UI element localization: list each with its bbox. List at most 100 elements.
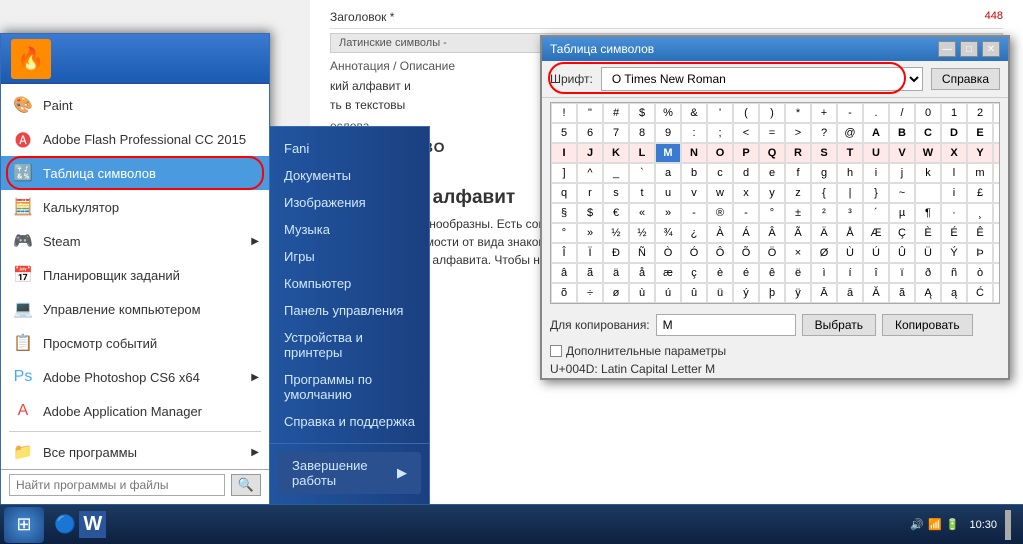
char-cell[interactable]: g [811,163,837,183]
char-cell[interactable]: N [681,143,707,163]
char-cell[interactable]: Ă [863,283,889,303]
char-cell[interactable]: « [629,203,655,223]
char-cell[interactable]: µ [889,203,915,223]
char-cell[interactable]: | [837,183,863,203]
char-cell[interactable]: ÷ [577,283,603,303]
char-cell[interactable]: 0 [915,103,941,123]
char-cell[interactable]: = [759,123,785,143]
char-cell[interactable]: S [811,143,837,163]
char-cell[interactable]: ~ [889,183,915,203]
char-cell[interactable]: e [759,163,785,183]
char-cell[interactable]: Ó [681,243,707,263]
char-cell[interactable]: × [785,243,811,263]
char-cell[interactable]: l [941,163,967,183]
char-cell[interactable]: 8 [629,123,655,143]
right-item-control-panel[interactable]: Панель управления [270,297,429,324]
char-cell[interactable]: Ú [863,243,889,263]
copy-input[interactable] [656,314,796,336]
char-cell[interactable]: ó [993,263,1000,283]
right-item-computer[interactable]: Компьютер [270,270,429,297]
char-cell[interactable]: 7 [603,123,629,143]
char-cell[interactable]: P [733,143,759,163]
char-cell[interactable]: ° [759,203,785,223]
char-cell[interactable]: z [785,183,811,203]
char-cell[interactable]: ê [759,263,785,283]
char-cell[interactable]: + [811,103,837,123]
copy-button[interactable]: Копировать [882,314,973,336]
char-cell[interactable]: € [603,203,629,223]
char-cell[interactable]: ï [889,263,915,283]
char-cell[interactable]: ¾ [655,223,681,243]
char-cell[interactable]: ä [603,263,629,283]
char-cell[interactable]: ¶ [915,203,941,223]
char-cell-selected[interactable]: M [655,143,681,163]
char-cell[interactable]: ¹ [993,203,1000,223]
char-cell[interactable]: ß [993,243,1000,263]
char-cell[interactable]: $ [629,103,655,123]
char-cell[interactable]: } [863,183,889,203]
char-cell[interactable]: Ä [811,223,837,243]
menu-item-paint[interactable]: 🎨 Paint [1,88,269,122]
char-cell[interactable]: & [681,103,707,123]
menu-item-all-programs[interactable]: 📁 Все программы ▶ [1,435,269,469]
char-cell[interactable]: £ [967,183,993,203]
char-cell[interactable]: Ý [941,243,967,263]
char-cell[interactable]: Å [837,223,863,243]
char-cell[interactable]: € [993,183,1000,203]
char-cell[interactable]: Û [889,243,915,263]
char-cell[interactable]: ð [915,263,941,283]
char-cell[interactable]: ë [785,263,811,283]
char-cell[interactable]: . [863,103,889,123]
char-cell[interactable]: Y [967,143,993,163]
char-cell[interactable]: È [915,223,941,243]
menu-item-event-viewer[interactable]: 📋 Просмотр событий [1,326,269,360]
char-cell[interactable]: " [577,103,603,123]
right-item-documents[interactable]: Документы [270,162,429,189]
char-cell[interactable]: x [733,183,759,203]
char-cell[interactable]: ò [967,263,993,283]
char-cell[interactable]: 5 [551,123,577,143]
char-cell[interactable]: Z [993,143,1000,163]
char-cell[interactable]: K [603,143,629,163]
char-cell[interactable]: é [733,263,759,283]
char-cell[interactable]: 3 [993,103,1000,123]
char-cell[interactable]: » [655,203,681,223]
char-cell[interactable]: n [993,163,1000,183]
char-cell[interactable]: Ā [811,283,837,303]
char-cell[interactable]: Q [759,143,785,163]
char-cell[interactable]: ø [603,283,629,303]
char-cell[interactable]: # [603,103,629,123]
right-item-music[interactable]: Музыка [270,216,429,243]
char-cell[interactable]: ] [551,163,577,183]
char-cell[interactable]: k [915,163,941,183]
char-cell[interactable]: Ù [837,243,863,263]
menu-item-calc[interactable]: 🧮 Калькулятор [1,190,269,224]
char-cell[interactable] [915,183,941,203]
char-cell[interactable]: X [941,143,967,163]
char-cell[interactable]: * [785,103,811,123]
char-cell[interactable]: v [681,183,707,203]
char-cell[interactable]: ú [655,283,681,303]
char-cell[interactable]: i [941,183,967,203]
char-cell[interactable]: $ [577,203,603,223]
help-button[interactable]: Справка [931,68,1000,90]
menu-item-charmap[interactable]: 🔣 Таблица символов [1,156,269,190]
char-cell[interactable]: D [941,123,967,143]
right-item-default-programs[interactable]: Программы по умолчанию [270,366,429,408]
char-cell[interactable]: î [863,263,889,283]
search-button[interactable]: 🔍 [231,474,261,496]
char-cell[interactable]: - [681,203,707,223]
taskbar-item-windows[interactable]: 🔵 W [46,508,114,542]
char-cell[interactable]: @ [837,123,863,143]
char-cell[interactable]: Ð [603,243,629,263]
char-cell[interactable]: m [967,163,993,183]
char-cell[interactable]: 1 [941,103,967,123]
char-cell[interactable]: R [785,143,811,163]
select-button[interactable]: Выбрать [802,314,876,336]
char-cell[interactable]: è [707,263,733,283]
char-cell[interactable]: Ö [759,243,785,263]
char-cell[interactable]: I [551,143,577,163]
char-cell[interactable]: > [785,123,811,143]
char-cell[interactable]: ® [707,203,733,223]
char-cell[interactable]: ì [811,263,837,283]
